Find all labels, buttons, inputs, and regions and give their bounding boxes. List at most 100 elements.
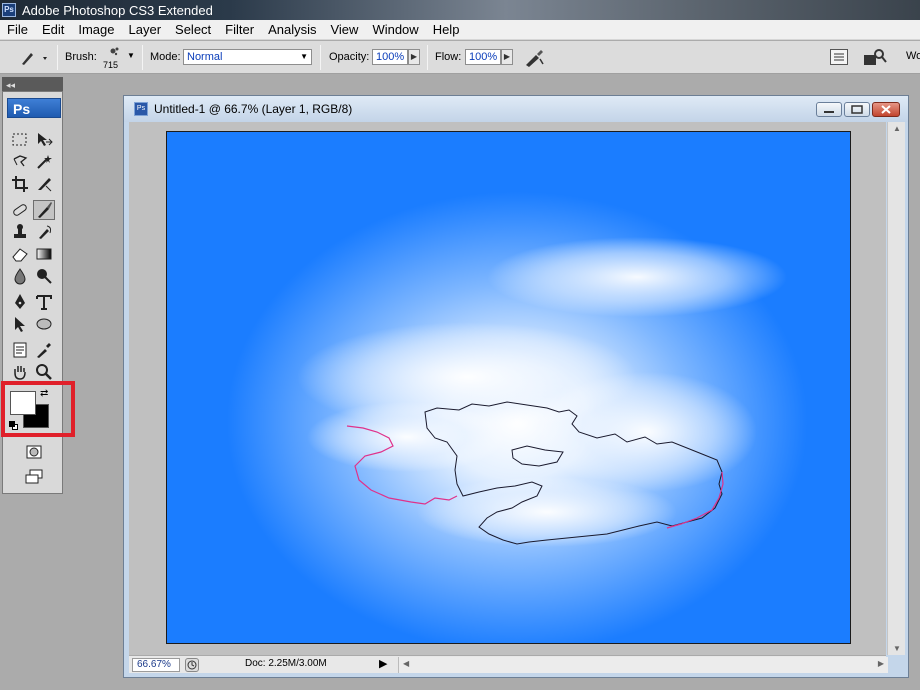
brush-tool[interactable] [33, 200, 55, 220]
cloud-image [297, 237, 787, 547]
color-swatches-highlight [1, 381, 75, 437]
zoom-tool[interactable] [33, 362, 55, 382]
marquee-icon [12, 133, 27, 146]
horizontal-scrollbar[interactable]: ◀ ▶ [398, 657, 888, 673]
flow-input[interactable]: 100% [465, 49, 501, 65]
minimize-icon [824, 111, 834, 113]
note-icon [13, 342, 27, 358]
zoom-field[interactable]: 66.67% [132, 658, 180, 672]
slice-tool[interactable] [33, 174, 55, 194]
tool-preset-picker[interactable] [16, 47, 52, 69]
clock-icon [187, 660, 197, 670]
vertical-scrollbar[interactable]: ▲ ▼ [887, 122, 905, 655]
notes-tool[interactable] [9, 340, 31, 360]
bridge-button[interactable] [862, 47, 888, 69]
eyedropper-icon [37, 343, 51, 358]
document-title: Untitled-1 @ 66.7% (Layer 1, RGB/8) [154, 102, 353, 116]
screen-mode-button[interactable] [23, 466, 45, 486]
chevron-down-icon: ▼ [127, 51, 135, 60]
type-tool[interactable] [33, 292, 55, 312]
scroll-up-icon[interactable]: ▲ [893, 124, 901, 133]
brush-tip-icon [110, 47, 119, 56]
doc-info: Doc: 2.25M/3.00M [245, 658, 327, 669]
lasso-tool[interactable] [9, 152, 31, 172]
magic-wand-tool[interactable] [33, 152, 55, 172]
menu-view[interactable]: View [323, 20, 365, 40]
toolbox-header[interactable]: ◂◂ [2, 77, 63, 91]
pen-icon [15, 294, 25, 309]
path-selection-tool[interactable] [9, 314, 31, 334]
brush-picker[interactable]: 715 ▼ [101, 45, 137, 71]
brush-label: Brush: [65, 51, 97, 63]
app-title: Adobe Photoshop CS3 Extended [22, 2, 213, 18]
eyedropper-tool[interactable] [33, 340, 55, 360]
menu-window[interactable]: Window [365, 20, 425, 40]
mode-label: Mode: [150, 51, 181, 63]
status-menu-arrow-icon[interactable]: ▶ [379, 657, 387, 670]
collapse-icon: ◂◂ [6, 80, 16, 90]
dodge-icon [37, 269, 52, 284]
menu-file[interactable]: File [0, 20, 35, 40]
close-icon [881, 105, 891, 114]
airbrush-icon [526, 50, 544, 67]
status-options-button[interactable] [185, 658, 199, 672]
opacity-slider-button[interactable]: ▶ [408, 49, 420, 65]
slice-icon [38, 178, 52, 192]
quick-mask-button[interactable] [23, 442, 45, 462]
screen-mode-icon [25, 469, 43, 484]
opacity-label: Opacity: [329, 51, 370, 63]
shape-tool[interactable] [33, 314, 55, 334]
opacity-input[interactable]: 100% [372, 49, 408, 65]
hand-tool[interactable] [9, 362, 31, 382]
flow-slider-button[interactable]: ▶ [501, 49, 513, 65]
move-tool[interactable] [33, 130, 55, 150]
scroll-left-icon[interactable]: ◀ [403, 659, 409, 668]
menu-analysis[interactable]: Analysis [261, 20, 323, 40]
lasso-icon [13, 155, 28, 167]
ellipse-icon [36, 318, 52, 330]
menu-select[interactable]: Select [168, 20, 218, 40]
clone-stamp-tool[interactable] [9, 222, 31, 242]
menu-image[interactable]: Image [71, 20, 121, 40]
scroll-down-icon[interactable]: ▼ [893, 644, 901, 653]
gradient-tool[interactable] [33, 244, 55, 264]
palette-well-button[interactable] [830, 49, 848, 65]
maximize-icon [851, 105, 863, 114]
document-window: Ps Untitled-1 @ 66.7% (Layer 1, RGB/8) ▲… [123, 95, 909, 678]
mode-select[interactable]: Normal ▼ [183, 49, 312, 65]
menu-layer[interactable]: Layer [122, 20, 169, 40]
palette-icon [834, 53, 844, 61]
bridge-icon [864, 49, 887, 65]
workspace-label[interactable]: Wo [906, 50, 920, 62]
gradient-icon [36, 248, 52, 260]
airbrush-button[interactable] [522, 47, 546, 69]
marquee-tool[interactable] [9, 130, 31, 150]
pen-tool[interactable] [9, 292, 31, 312]
healing-brush-tool[interactable] [9, 200, 31, 220]
history-brush-icon [39, 225, 52, 239]
brush-preset-icon [22, 53, 47, 65]
quick-mask-icon [26, 445, 42, 459]
eraser-tool[interactable] [9, 244, 31, 264]
close-button[interactable] [872, 102, 900, 117]
scroll-right-icon[interactable]: ▶ [878, 659, 884, 668]
menu-filter[interactable]: Filter [218, 20, 261, 40]
crop-tool[interactable] [9, 174, 31, 194]
ps-logo: Ps [7, 98, 61, 118]
flow-label: Flow: [435, 51, 462, 63]
history-brush-tool[interactable] [33, 222, 55, 242]
dodge-tool[interactable] [33, 266, 55, 286]
app-titlebar: Ps Adobe Photoshop CS3 Extended [0, 0, 920, 20]
image-canvas[interactable] [166, 131, 851, 644]
menu-help[interactable]: Help [426, 20, 467, 40]
minimize-button[interactable] [816, 102, 842, 117]
status-bar: 66.67% Doc: 2.25M/3.00M ▶ ◀ ▶ [129, 655, 888, 673]
menu-edit[interactable]: Edit [35, 20, 71, 40]
maximize-button[interactable] [844, 102, 870, 117]
type-icon [36, 295, 52, 310]
brush-icon [38, 202, 52, 218]
blur-tool[interactable] [9, 266, 31, 286]
document-titlebar[interactable]: Ps Untitled-1 @ 66.7% (Layer 1, RGB/8) [124, 96, 908, 122]
move-icon [38, 133, 53, 146]
stamp-icon [14, 224, 26, 238]
